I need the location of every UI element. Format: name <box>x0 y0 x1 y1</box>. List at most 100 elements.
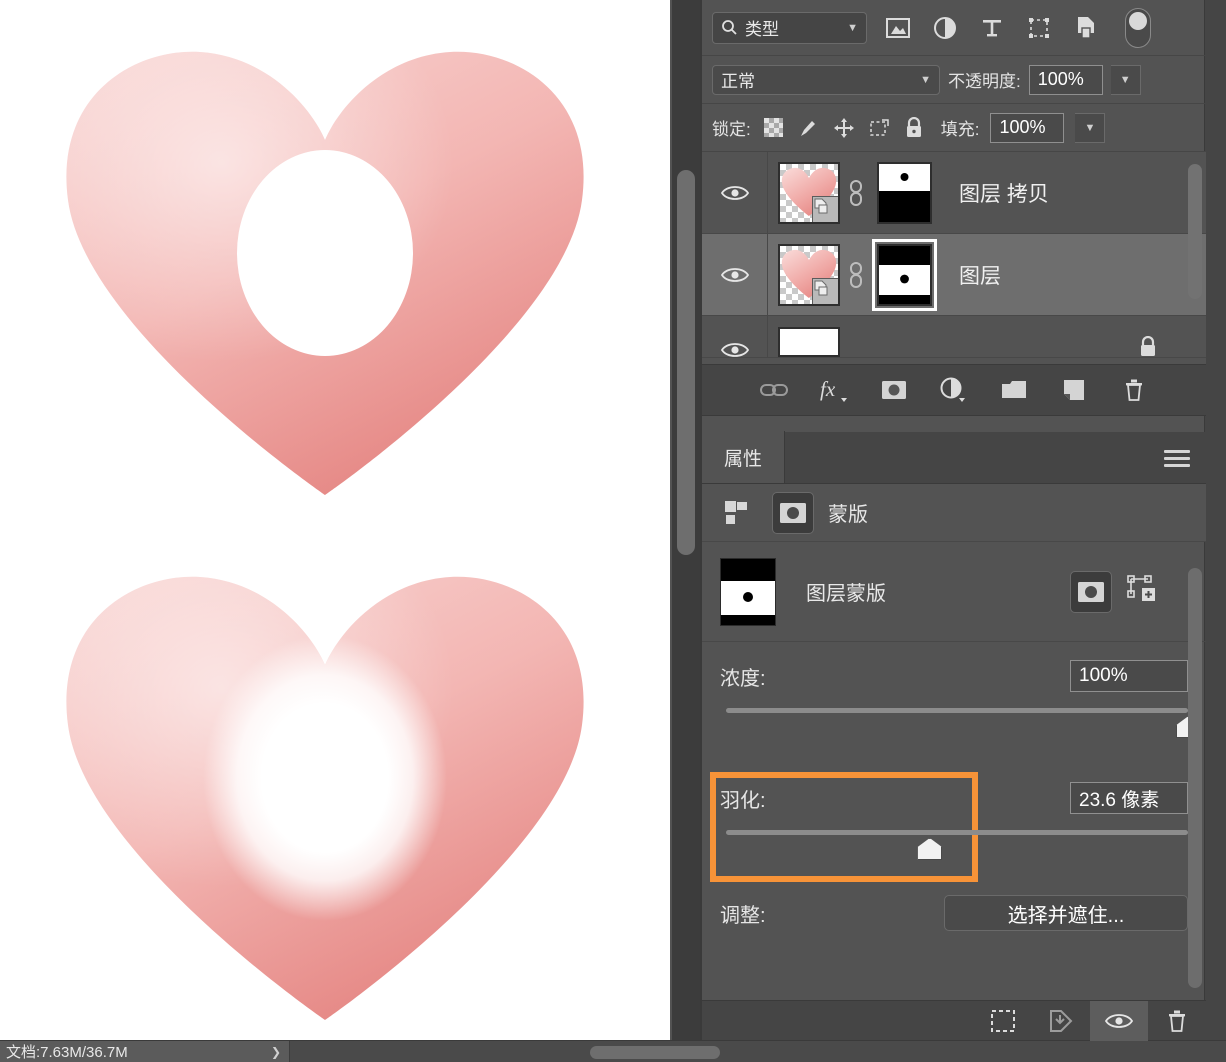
opacity-value[interactable]: 100% <box>1028 64 1103 95</box>
chevron-down-icon[interactable]: ▼ <box>920 74 931 86</box>
adjustment-filter-icon[interactable] <box>932 15 958 41</box>
new-group-icon[interactable] <box>999 375 1029 405</box>
artboard-nesting-lock-icon[interactable] <box>867 116 891 140</box>
layer-filter-icons <box>885 15 1099 41</box>
search-icon <box>722 20 737 35</box>
layer-name[interactable]: 图层 <box>959 260 1001 290</box>
layer-mask-thumbnail-selected[interactable] <box>872 238 937 311</box>
eye-icon <box>720 342 749 357</box>
background-layer-thumbnail[interactable] <box>778 327 840 357</box>
layer-list-scrollbar-thumb[interactable] <box>1188 164 1202 299</box>
smart-object-filter-icon[interactable] <box>1073 15 1099 41</box>
density-slider-track[interactable] <box>726 708 1188 713</box>
layer-mask-label: 图层蒙版 <box>806 583 886 605</box>
shape-filter-icon[interactable] <box>1026 15 1052 41</box>
layer-list[interactable]: 图层 拷贝 图层 <box>702 152 1206 364</box>
panel-menu-icon[interactable] <box>1164 450 1190 467</box>
fill-value[interactable]: 100% <box>990 112 1065 143</box>
density-slider[interactable] <box>726 704 1201 744</box>
density-label: 浓度: <box>720 667 766 690</box>
layer-thumbnail[interactable] <box>778 243 840 306</box>
layer-thumbnail[interactable] <box>778 161 840 224</box>
properties-scrollbar-thumb[interactable] <box>1188 568 1202 988</box>
properties-kind-row: 蒙版 <box>702 484 1206 542</box>
layer-visibility-toggle[interactable] <box>702 152 768 233</box>
pixel-mask-icon[interactable] <box>1070 570 1112 613</box>
load-selection-from-mask-icon[interactable] <box>974 1001 1032 1041</box>
canvas-area[interactable] <box>0 0 670 1040</box>
properties-kind-label: 蒙版 <box>828 504 868 526</box>
feather-slider-knob[interactable] <box>917 838 943 860</box>
heart-feathered-artwork <box>40 555 610 1035</box>
properties-tabbar: 属性 <box>702 431 1206 484</box>
transparent-pixels-lock-icon[interactable] <box>762 116 786 140</box>
document-size-text: 文档:7.63M/36.7M <box>6 1044 128 1061</box>
table-row-partial[interactable] <box>702 316 1206 358</box>
add-vector-mask-icon[interactable] <box>1126 574 1158 609</box>
table-row[interactable]: 图层 拷贝 <box>702 152 1206 234</box>
heart-sharp-artwork <box>40 30 610 510</box>
layer-style-fx-icon[interactable]: fx <box>819 375 849 405</box>
tab-properties[interactable]: 属性 <box>702 431 786 483</box>
image-filter-icon[interactable] <box>885 15 911 41</box>
canvas-vertical-scrollbar-thumb[interactable] <box>677 170 695 555</box>
new-layer-icon[interactable] <box>1059 375 1089 405</box>
chevron-down-icon[interactable]: ▼ <box>847 22 858 34</box>
lock-all-icon[interactable] <box>902 116 926 140</box>
layer-filter-kind-label: 类型 <box>745 20 779 39</box>
smart-object-icon <box>812 277 838 304</box>
density-slider-block: 浓度: 100% <box>702 642 1206 752</box>
document-size-status[interactable]: 文档:7.63M/36.7M ❯ <box>0 1040 290 1062</box>
new-adjustment-layer-icon[interactable] <box>939 375 969 405</box>
add-layer-mask-icon[interactable] <box>879 375 909 405</box>
delete-mask-icon[interactable] <box>1148 1001 1206 1041</box>
density-value[interactable]: 100% <box>1070 660 1188 692</box>
adjust-row: 调整: 选择并遮住... <box>702 880 1206 946</box>
photoshop-window: 文档:7.63M/36.7M ❯ 类型 ▼ 正常 ▼ 不透明度: 100% ▼ … <box>0 0 1226 1062</box>
smart-object-icon <box>812 195 838 222</box>
layer-filter-row: 类型 ▼ <box>702 0 1206 56</box>
blend-mode-row: 正常 ▼ 不透明度: 100% ▼ <box>702 56 1206 104</box>
layer-mask-preview[interactable] <box>720 557 776 626</box>
table-row[interactable]: 图层 <box>702 234 1206 316</box>
chevron-right-icon[interactable]: ❯ <box>271 1045 281 1059</box>
layer-filter-kind-select[interactable]: 类型 ▼ <box>712 11 867 44</box>
layer-name[interactable]: 图层 拷贝 <box>959 178 1049 208</box>
position-lock-icon[interactable] <box>832 116 856 140</box>
layer-thumb-icon[interactable] <box>716 492 758 534</box>
eye-icon <box>720 185 749 200</box>
feather-slider-track[interactable] <box>726 830 1188 835</box>
canvas-horizontal-scrollbar-thumb[interactable] <box>590 1045 720 1059</box>
link-layers-icon[interactable] <box>759 375 789 405</box>
feather-head: 羽化: 23.6 像素 <box>702 780 1206 816</box>
layer-visibility-toggle[interactable] <box>702 234 768 315</box>
apply-mask-icon[interactable] <box>1032 1001 1090 1041</box>
filter-enable-toggle[interactable] <box>1125 7 1151 48</box>
svg-text:fx: fx <box>820 377 836 401</box>
feather-slider-block: 羽化: 23.6 像素 <box>702 764 1206 882</box>
blend-mode-select[interactable]: 正常 ▼ <box>712 64 940 95</box>
layers-panel-toolbar: fx <box>702 364 1206 416</box>
select-and-mask-button[interactable]: 选择并遮住... <box>944 895 1188 931</box>
properties-panel: 属性 蒙版 图层蒙版 浓度: 100% 羽化: 23.6 像素 调整: 选择并遮… <box>702 431 1206 988</box>
opacity-stepper-chevron-down-icon[interactable]: ▼ <box>1110 64 1141 95</box>
opacity-label: 不透明度: <box>948 72 1021 91</box>
link-chain-icon[interactable] <box>840 260 872 290</box>
layer-mask-thumbnail[interactable] <box>872 157 937 229</box>
feather-value[interactable]: 23.6 像素 <box>1070 782 1188 814</box>
delete-layer-icon[interactable] <box>1119 375 1149 405</box>
mask-icon[interactable] <box>772 491 814 534</box>
layer-visibility-toggle[interactable] <box>702 316 768 357</box>
mask-type-buttons <box>1070 570 1158 613</box>
properties-footer-toolbar <box>702 1000 1206 1041</box>
feather-label: 羽化: <box>720 789 766 812</box>
feather-slider[interactable] <box>726 826 1188 866</box>
fill-stepper-chevron-down-icon[interactable]: ▼ <box>1075 112 1106 143</box>
image-pixels-lock-icon[interactable] <box>797 116 821 140</box>
link-chain-icon[interactable] <box>840 178 872 208</box>
panel-gutter <box>1204 0 1226 1040</box>
status-bar-filler <box>290 1040 1226 1062</box>
eye-icon <box>720 267 749 282</box>
text-filter-icon[interactable] <box>979 15 1005 41</box>
toggle-mask-icon[interactable] <box>1090 1000 1148 1041</box>
